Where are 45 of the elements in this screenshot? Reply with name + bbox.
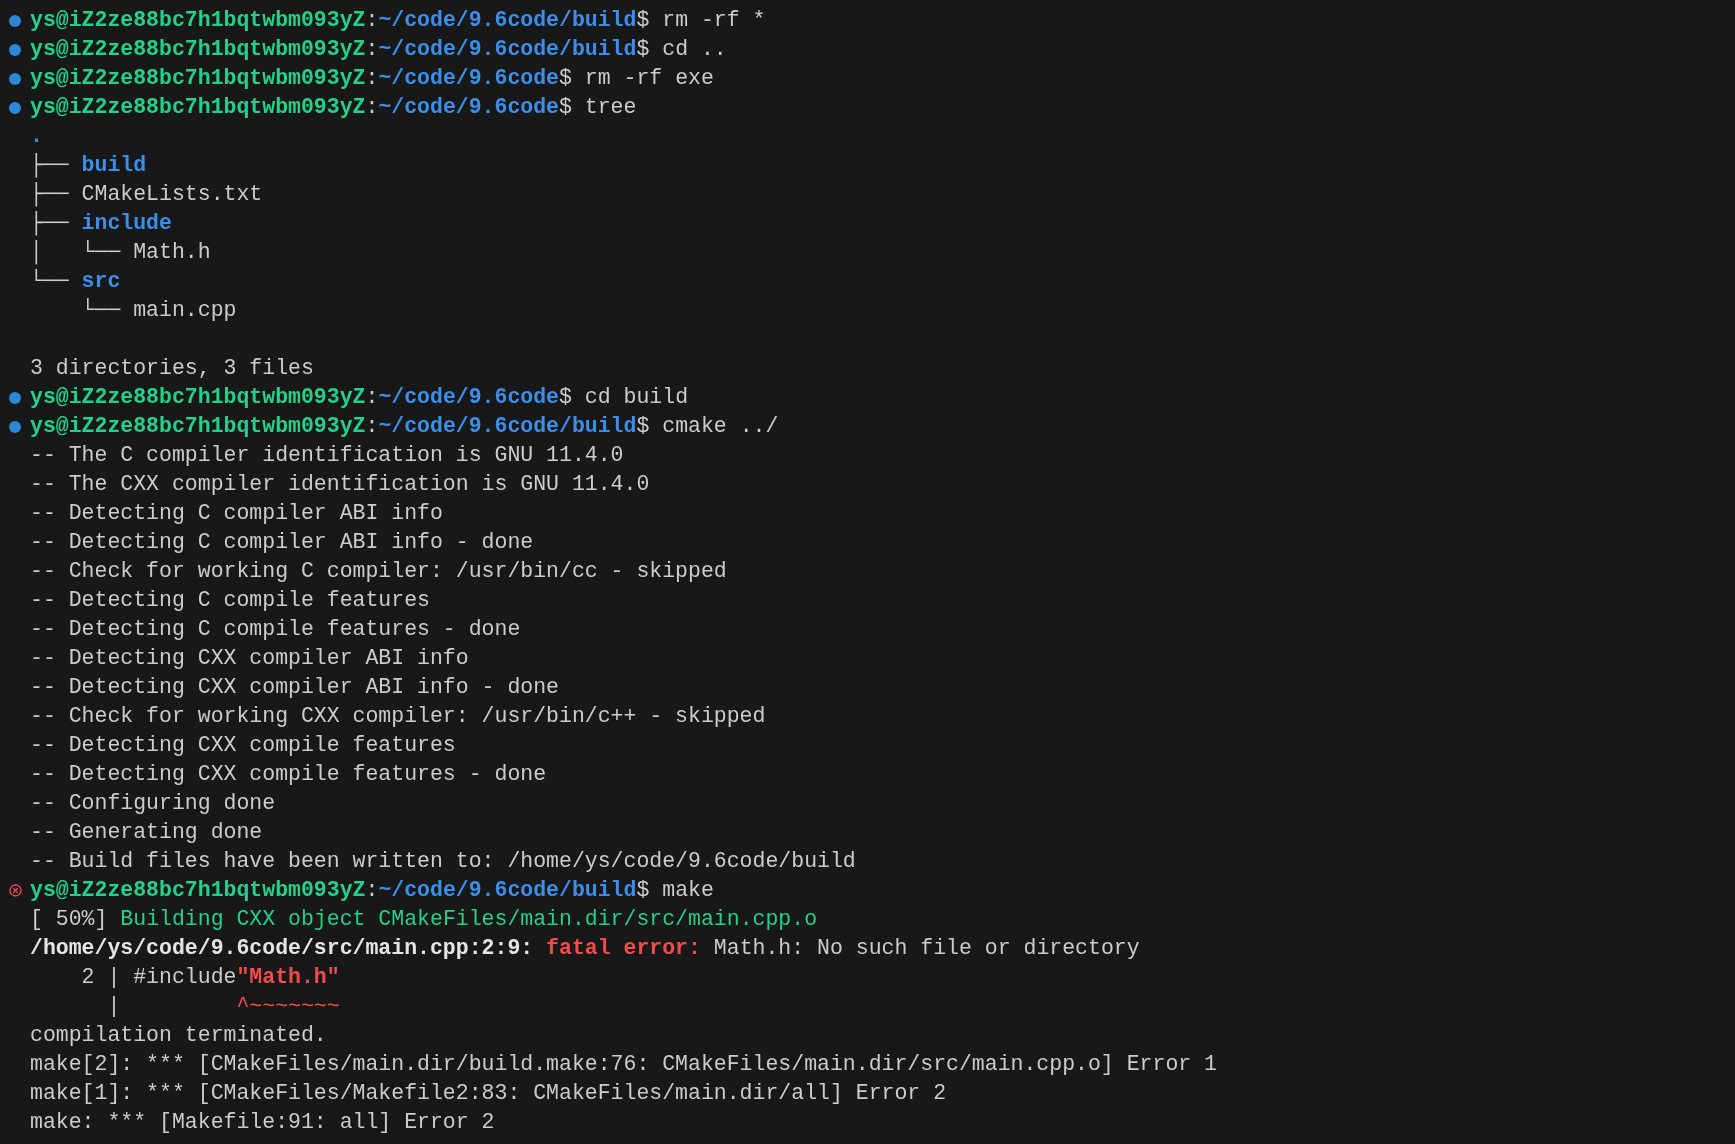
output-line: │ └── Math.h	[30, 239, 211, 267]
output-line: make[2]: *** [CMakeFiles/main.dir/build.make:76: CMakeFiles/main.dir/src/main.cpp.o] Error 1	[30, 1051, 1217, 1078]
output-line: -- Generating done	[30, 819, 263, 846]
command-line: ys@iZ2ze88bc7h1bqtwbm093yZ:~/code/9.6code/build$ make	[30, 877, 714, 904]
output-line: -- Detecting CXX compiler ABI info - done	[30, 674, 559, 701]
error-x-icon[interactable]	[8, 884, 22, 897]
output-line: -- Detecting C compile features - done	[30, 616, 521, 643]
output-line: -- Detecting C compiler ABI info	[30, 500, 443, 527]
output-line: /home/ys/code/9.6code/src/main.cpp:2:9: fatal error: Math.h: No such file or directory	[30, 935, 1140, 962]
output-line: -- Configuring done	[30, 790, 276, 817]
output-line: ├── CMakeLists.txt	[30, 181, 263, 209]
command-line: ys@iZ2ze88bc7h1bqtwbm093yZ:~/code/9.6code$ tree	[30, 94, 637, 121]
command-line: ys@iZ2ze88bc7h1bqtwbm093yZ:~/code/9.6code$ cd build	[30, 384, 689, 411]
output-line: ├── include	[30, 210, 172, 238]
output-line: -- Build files have been written to: /home/ys/code/9.6code/build	[30, 848, 856, 875]
output-line: ├── build	[30, 152, 147, 180]
output-line: -- Detecting CXX compile features - done	[30, 761, 547, 788]
status-dot-icon[interactable]	[9, 101, 21, 114]
status-dot-icon[interactable]	[9, 14, 21, 27]
output-line: -- Detecting C compiler ABI info - done	[30, 529, 534, 556]
output-line: -- Check for working C compiler: /usr/bin/cc - skipped	[30, 558, 727, 585]
output-line: -- Detecting CXX compile features	[30, 732, 456, 759]
status-dot-icon[interactable]	[9, 72, 21, 85]
status-dot-icon[interactable]	[9, 43, 21, 56]
output-line: └── src	[30, 268, 121, 295]
status-dot-icon[interactable]	[9, 420, 21, 433]
command-line: ys@iZ2ze88bc7h1bqtwbm093yZ:~/code/9.6code/build$ rm -rf *	[30, 7, 766, 34]
output-line: | ^~~~~~~~	[106, 993, 340, 1020]
status-dot-icon[interactable]	[9, 391, 21, 404]
output-line: └── main.cpp	[80, 297, 237, 324]
command-line: ys@iZ2ze88bc7h1bqtwbm093yZ:~/code/9.6code/build$ cd ..	[30, 36, 727, 63]
command-line: ys@iZ2ze88bc7h1bqtwbm093yZ:~/code/9.6code$ rm -rf exe	[30, 65, 714, 92]
output-line: -- Check for working CXX compiler: /usr/bin/c++ - skipped	[30, 703, 766, 730]
output-line: -- Detecting CXX compiler ABI info	[30, 645, 469, 672]
output-line: .	[30, 123, 43, 150]
output-line: -- The CXX compiler identification is GNU 11.4.0	[30, 471, 650, 498]
output-line: compilation terminated.	[30, 1022, 327, 1049]
output-line: -- The C compiler identification is GNU 11.4.0	[30, 442, 624, 469]
output-line: 2 | #include"Math.h"	[80, 964, 340, 991]
output-line: 3 directories, 3 files	[30, 355, 314, 382]
output-line: [ 50%] Building CXX object CMakeFiles/main.dir/src/main.cpp.o	[30, 906, 818, 933]
output-line: make: *** [Makefile:91: all] Error 2	[30, 1109, 495, 1136]
output-line: -- Detecting C compile features	[30, 587, 430, 614]
output-line: make[1]: *** [CMakeFiles/Makefile2:83: CMakeFiles/main.dir/all] Error 2	[30, 1080, 947, 1107]
command-line: ys@iZ2ze88bc7h1bqtwbm093yZ:~/code/9.6code/build$ cmake ../	[30, 413, 779, 440]
